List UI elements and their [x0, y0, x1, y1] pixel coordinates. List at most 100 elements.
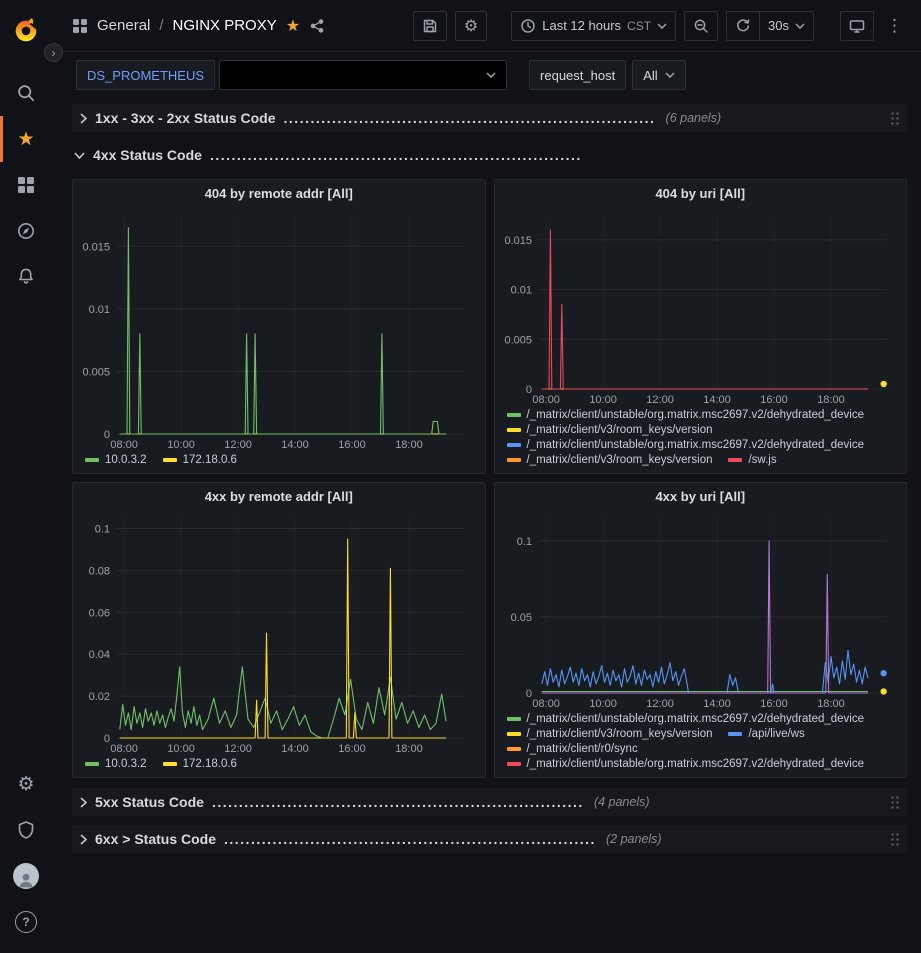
time-range-picker[interactable]: Last 12 hours CST — [511, 11, 676, 41]
time-series-chart[interactable]: 00.0050.010.01508:0010:0012:0014:0016:00… — [77, 207, 481, 451]
explore-compass-icon — [16, 221, 36, 241]
row-4xx[interactable]: 4xx Status Code ........................… — [72, 141, 907, 169]
svg-text:0.05: 0.05 — [510, 612, 531, 624]
svg-text:12:00: 12:00 — [224, 439, 252, 451]
share-icon[interactable] — [309, 18, 325, 34]
svg-text:14:00: 14:00 — [281, 743, 309, 755]
datasource-variable-label: DS_PROMETHEUS — [76, 60, 215, 90]
panel-title[interactable]: 4xx by remote addr [All] — [73, 483, 485, 510]
dashboard-content: 1xx - 3xx - 2xx Status Code ............… — [52, 98, 921, 853]
settings-gear-icon: ⚙ — [464, 18, 478, 34]
row-5xx[interactable]: 5xx Status Code ........................… — [72, 788, 907, 816]
row-drag-handle[interactable] — [890, 832, 900, 847]
save-dashboard-button[interactable] — [413, 11, 447, 41]
legend-label: /sw.js — [748, 454, 776, 466]
svg-text:0.1: 0.1 — [516, 536, 531, 548]
svg-text:0: 0 — [104, 429, 110, 441]
legend-item[interactable]: /_matrix/client/v3/room_keys/version — [507, 454, 713, 466]
breadcrumb-section[interactable]: General — [97, 17, 150, 34]
legend-item[interactable]: /_matrix/client/unstable/org.matrix.msc2… — [507, 758, 865, 770]
svg-text:10:00: 10:00 — [167, 743, 195, 755]
svg-text:0.005: 0.005 — [504, 334, 532, 346]
legend-item[interactable]: /_matrix/client/unstable/org.matrix.msc2… — [507, 439, 865, 451]
user-avatar — [13, 863, 39, 889]
sidebar-item-alerting[interactable] — [0, 254, 52, 300]
favorite-star-icon[interactable]: ★ — [286, 18, 300, 34]
zoom-out-button[interactable] — [684, 11, 718, 41]
legend-swatch — [507, 762, 521, 766]
kebab-menu-button[interactable]: ⋮ — [882, 11, 907, 41]
legend-item[interactable]: 172.18.0.6 — [163, 758, 237, 770]
panel-3: 4xx by remote addr [All]00.020.040.060.0… — [72, 482, 486, 778]
caret-down-icon — [657, 23, 667, 29]
legend-swatch — [85, 458, 99, 462]
row-6xx[interactable]: 6xx > Status Code ......................… — [72, 825, 907, 853]
row-title: 4xx Status Code — [93, 147, 202, 163]
panel-4: 4xx by uri [All]00.050.108:0010:0012:001… — [494, 482, 908, 778]
legend-item[interactable]: 172.18.0.6 — [163, 454, 237, 466]
time-range-label: Last 12 hours — [542, 18, 621, 33]
chart-area: 00.050.108:0010:0012:0014:0016:0018:00 — [495, 510, 907, 710]
sidebar-item-search[interactable] — [0, 70, 52, 116]
panel-title[interactable]: 404 by uri [All] — [495, 180, 907, 207]
legend-item[interactable]: /_matrix/client/unstable/org.matrix.msc2… — [507, 409, 865, 421]
caret-down-icon — [665, 72, 675, 78]
svg-text:12:00: 12:00 — [646, 698, 674, 710]
time-series-chart[interactable]: 00.020.040.060.080.108:0010:0012:0014:00… — [77, 510, 481, 755]
legend-swatch — [507, 458, 521, 462]
monitor-icon — [849, 18, 865, 34]
row-title-leader: ........................................… — [224, 831, 594, 847]
time-series-chart[interactable]: 00.050.108:0010:0012:0014:0016:0018:00 — [499, 510, 903, 710]
chart-area: 00.0050.010.01508:0010:0012:0014:0016:00… — [495, 207, 907, 406]
refresh-interval-dropdown[interactable]: 30s — [759, 11, 814, 41]
sidebar-toggle[interactable]: › — [44, 43, 63, 62]
legend-item[interactable]: /_matrix/client/unstable/org.matrix.msc2… — [507, 713, 865, 725]
svg-text:12:00: 12:00 — [224, 743, 252, 755]
legend-item[interactable]: /sw.js — [728, 454, 776, 466]
legend-item[interactable]: 10.0.3.2 — [85, 758, 147, 770]
panel-title[interactable]: 4xx by uri [All] — [495, 483, 907, 510]
panel-legend: 10.0.3.2 172.18.0.6 — [73, 755, 485, 777]
caret-down-icon — [486, 72, 496, 78]
svg-text:0.1: 0.1 — [95, 523, 110, 535]
configuration-gear-icon: ⚙ — [17, 775, 34, 794]
time-series-chart[interactable]: 00.0050.010.01508:0010:0012:0014:0016:00… — [499, 207, 903, 406]
sidebar-item-starred[interactable]: ★ — [0, 116, 52, 162]
datasource-variable-select[interactable] — [219, 60, 507, 90]
cycle-view-mode-button[interactable] — [840, 11, 874, 41]
legend-item[interactable]: /_matrix/client/v3/room_keys/version — [507, 728, 713, 740]
row-panel-count: (4 panels) — [594, 795, 650, 809]
legend-swatch — [507, 443, 521, 447]
dashboard-title[interactable]: NGINX PROXY — [173, 17, 277, 34]
refresh-interval-label: 30s — [768, 18, 789, 33]
grafana-logo[interactable] — [0, 8, 52, 52]
sidebar-item-configuration[interactable]: ⚙ — [0, 761, 52, 807]
sidebar-item-dashboards[interactable] — [0, 162, 52, 208]
legend-item[interactable]: 10.0.3.2 — [85, 454, 147, 466]
row-1xx-3xx-2xx[interactable]: 1xx - 3xx - 2xx Status Code ............… — [72, 104, 907, 132]
sidebar-item-profile[interactable] — [0, 853, 52, 899]
legend-label: /_matrix/client/v3/room_keys/version — [527, 454, 713, 466]
svg-text:10:00: 10:00 — [589, 698, 617, 710]
row-drag-handle[interactable] — [890, 795, 900, 810]
dashboard-settings-button[interactable]: ⚙ — [455, 11, 487, 41]
legend-swatch — [85, 762, 99, 766]
sidebar-item-explore[interactable] — [0, 208, 52, 254]
legend-item[interactable]: /_matrix/client/r0/sync — [507, 743, 638, 755]
legend-label: /_matrix/client/unstable/org.matrix.msc2… — [527, 439, 865, 451]
panel-title[interactable]: 404 by remote addr [All] — [73, 180, 485, 207]
request-host-variable-select[interactable]: All — [632, 60, 685, 90]
panel-legend: 10.0.3.2 172.18.0.6 — [73, 451, 485, 473]
zoom-out-icon — [693, 18, 709, 34]
sidebar-item-server-admin[interactable] — [0, 807, 52, 853]
row-drag-handle[interactable] — [890, 111, 900, 126]
sidebar-item-help[interactable]: ? — [0, 899, 52, 945]
legend-item[interactable]: /_matrix/client/v3/room_keys/version — [507, 424, 713, 436]
svg-text:10:00: 10:00 — [167, 439, 195, 451]
legend-item[interactable]: /api/live/ws — [728, 728, 804, 740]
legend-swatch — [507, 747, 521, 751]
breadcrumb-separator: / — [159, 17, 163, 34]
row-title-leader: ........................................… — [210, 147, 580, 163]
refresh-button[interactable] — [726, 11, 760, 41]
legend-label: 10.0.3.2 — [105, 758, 147, 770]
